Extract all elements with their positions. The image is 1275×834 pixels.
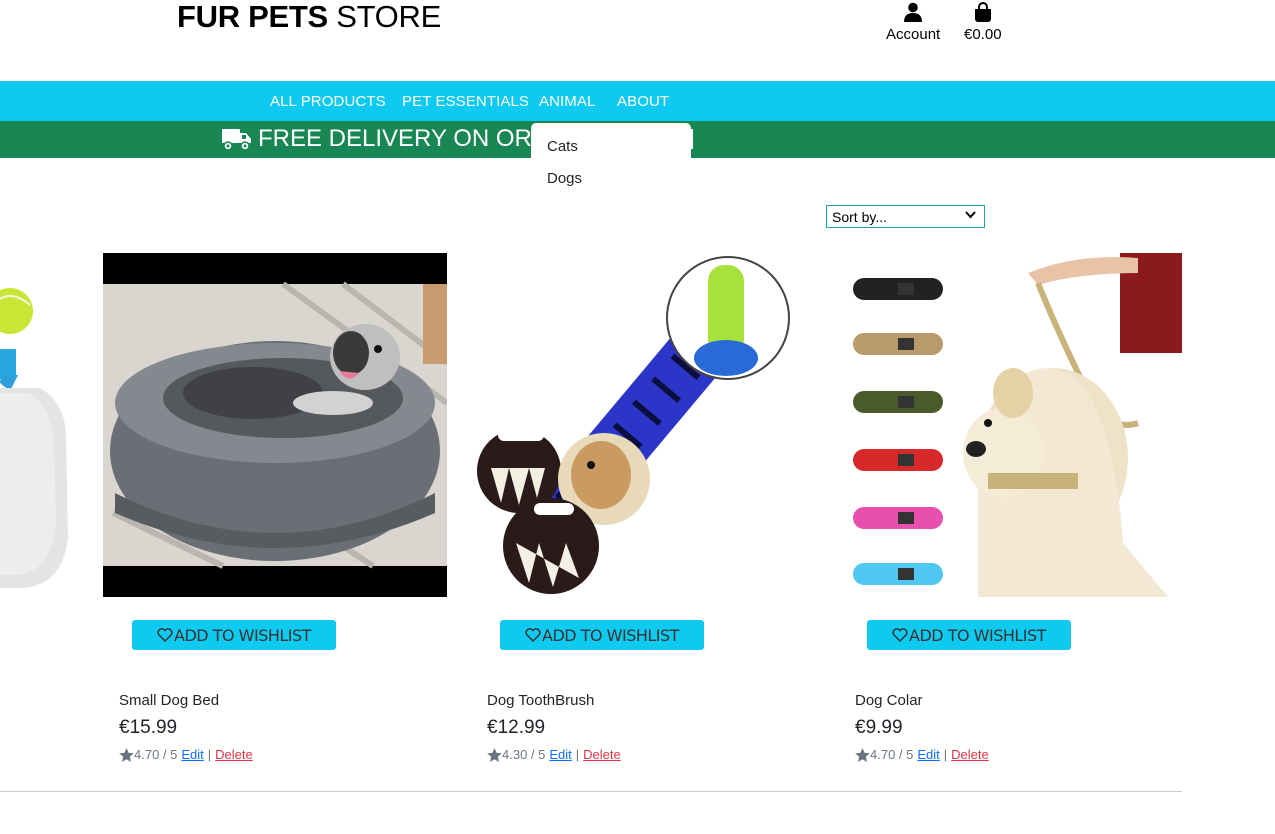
product-price: €15.99 [119, 717, 178, 738]
add-to-wishlist-button[interactable]: ADD TO WISHLIST [500, 620, 704, 650]
product-price: €12.99 [487, 717, 546, 738]
banner-content: FREE DELIVERY ON ORD [222, 124, 549, 154]
edit-product-link[interactable]: Edit [549, 747, 571, 762]
product-rating-row: 4.70 / 5 Edit | Delete [119, 747, 253, 762]
carousel-partial-product-image[interactable] [0, 253, 70, 598]
heart-icon [525, 628, 541, 642]
product-rating: 4.70 / 5 [134, 747, 178, 762]
dropdown-item-cats[interactable]: Cats [547, 138, 578, 155]
star-icon [487, 747, 502, 762]
product-rating-row: 4.70 / 5 Edit | Delete [855, 747, 989, 762]
star-icon [855, 747, 870, 762]
divider [0, 791, 1182, 792]
truck-icon [222, 129, 251, 151]
delete-product-link[interactable]: Delete [583, 747, 621, 762]
sort-select[interactable]: Sort by... [826, 205, 985, 228]
add-to-wishlist-button[interactable]: ADD TO WISHLIST [132, 620, 336, 650]
sort-selected-value: Sort by... [832, 208, 887, 225]
link-separator: | [207, 747, 212, 762]
product-image-small-dog-bed[interactable] [103, 253, 447, 597]
product-price: €9.99 [855, 717, 903, 738]
delete-product-link[interactable]: Delete [951, 747, 989, 762]
product-name[interactable]: Dog Colar [855, 692, 923, 709]
store-logo[interactable]: FUR PETS STORE [177, 0, 441, 34]
shopping-bag-icon [974, 2, 991, 22]
product-image-dog-toothbrush[interactable] [471, 253, 815, 597]
link-separator: | [575, 747, 580, 762]
user-icon [904, 2, 923, 22]
product-rating: 4.30 / 5 [502, 747, 546, 762]
banner-text: FREE DELIVERY ON ORD [258, 125, 550, 152]
account-link[interactable]: Account [886, 2, 940, 43]
delete-product-link[interactable]: Delete [215, 747, 253, 762]
nav-pet-essentials[interactable]: PET ESSENTIALS [402, 93, 529, 110]
star-icon [119, 747, 134, 762]
nav-all-products[interactable]: ALL PRODUCTS [270, 93, 386, 110]
product-name[interactable]: Small Dog Bed [119, 692, 219, 709]
dropdown-item-dogs[interactable]: Dogs [547, 170, 582, 187]
animal-dropdown-menu: Cats Dogs [531, 123, 691, 198]
main-nav: ALL PRODUCTS PET ESSENTIALS ANIMAL ABOUT [0, 81, 1275, 121]
brand-name-light: STORE [336, 0, 441, 34]
edit-product-link[interactable]: Edit [181, 747, 203, 762]
chevron-down-icon [965, 211, 976, 219]
product-image-dog-colar[interactable] [838, 253, 1182, 597]
edit-product-link[interactable]: Edit [917, 747, 939, 762]
link-separator: | [943, 747, 948, 762]
account-label: Account [886, 26, 941, 43]
nav-animal[interactable]: ANIMAL [539, 93, 595, 110]
product-rating: 4.70 / 5 [870, 747, 914, 762]
brand-name-bold: FUR PETS [177, 0, 328, 34]
product-rating-row: 4.30 / 5 Edit | Delete [487, 747, 621, 762]
cart-link[interactable]: €0.00 [964, 2, 1002, 43]
wishlist-label: ADD TO WISHLIST [174, 625, 311, 645]
product-name[interactable]: Dog ToothBrush [487, 692, 594, 709]
heart-icon [892, 628, 908, 642]
add-to-wishlist-button[interactable]: ADD TO WISHLIST [867, 620, 1071, 650]
cart-total: €0.00 [964, 26, 1002, 43]
nav-about[interactable]: ABOUT [617, 93, 669, 110]
wishlist-label: ADD TO WISHLIST [542, 625, 679, 645]
wishlist-label: ADD TO WISHLIST [909, 625, 1046, 645]
heart-icon [157, 628, 173, 642]
